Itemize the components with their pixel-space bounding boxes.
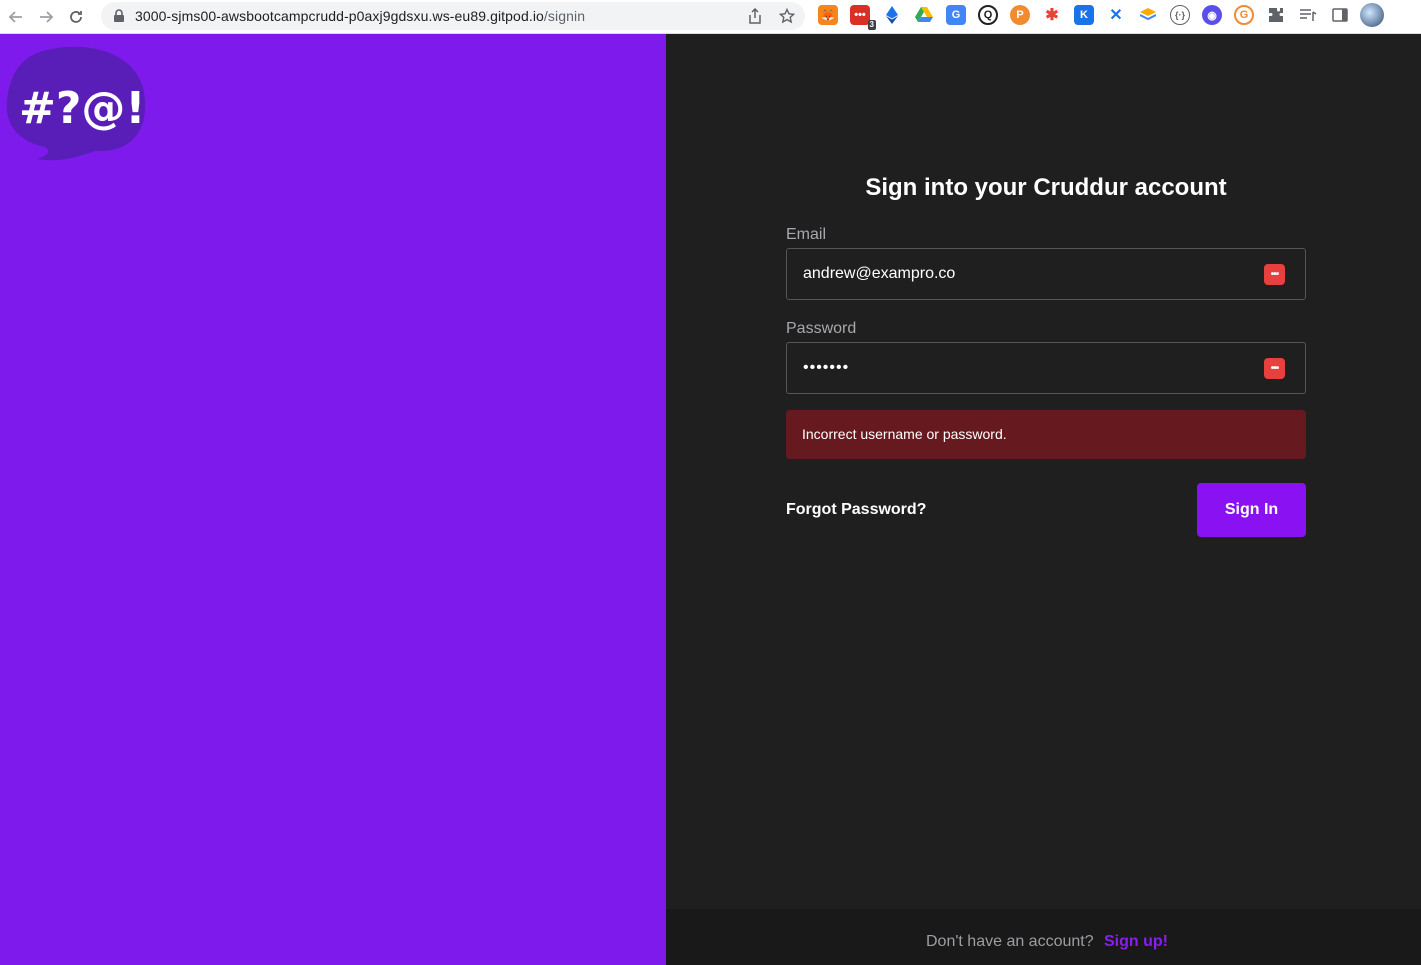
tool-extension-icon[interactable]: ✕ bbox=[1106, 5, 1126, 25]
address-bar[interactable]: 3000-sjms00-awsbootcampcrudd-p0axj9gdsxu… bbox=[101, 2, 805, 30]
error-message: Incorrect username or password. bbox=[786, 410, 1306, 459]
signin-button[interactable]: Sign In bbox=[1197, 483, 1306, 537]
password-label: Password bbox=[786, 320, 857, 337]
lock-icon[interactable] bbox=[113, 9, 125, 28]
signin-title: Sign into your Cruddur account bbox=[865, 174, 1227, 201]
email-field[interactable] bbox=[803, 249, 1243, 299]
orange-p-extension-icon[interactable]: P bbox=[1010, 5, 1030, 25]
k-extension-icon[interactable]: K bbox=[1074, 5, 1094, 25]
url-text[interactable]: 3000-sjms00-awsbootcampcrudd-p0axj9gdsxu… bbox=[135, 8, 585, 24]
browser-toolbar: 3000-sjms00-awsbootcampcrudd-p0axj9gdsxu… bbox=[0, 0, 1421, 34]
back-arrow-icon[interactable] bbox=[1, 2, 31, 32]
logo-symbol-text: #?@! bbox=[19, 83, 145, 134]
cruddur-logo: #?@! bbox=[5, 45, 147, 163]
bookmark-star-icon[interactable] bbox=[778, 7, 796, 25]
forward-arrow-icon[interactable] bbox=[31, 2, 61, 32]
spark-extension-icon[interactable]: ✱ bbox=[1042, 5, 1062, 25]
ethereum-extension-icon[interactable] bbox=[882, 5, 902, 25]
side-panel-icon[interactable] bbox=[1330, 5, 1350, 25]
password-field-container: ••• bbox=[786, 342, 1306, 394]
signup-prompt: Don't have an account? bbox=[926, 933, 1094, 950]
profile-avatar[interactable] bbox=[1360, 3, 1384, 27]
brand-panel: #?@! bbox=[0, 34, 666, 965]
password-manager-icon[interactable]: ••• bbox=[1264, 358, 1285, 379]
extensions-puzzle-icon[interactable] bbox=[1266, 5, 1286, 25]
grammar-extension-icon[interactable]: G bbox=[1234, 5, 1254, 25]
share-icon[interactable] bbox=[746, 7, 764, 25]
email-label: Email bbox=[786, 226, 827, 243]
reload-icon[interactable] bbox=[61, 2, 91, 32]
search-extension-icon[interactable]: Q bbox=[978, 5, 998, 25]
layers-extension-icon[interactable] bbox=[1138, 5, 1158, 25]
chat-extension-icon[interactable]: ◉ bbox=[1202, 5, 1222, 25]
extension-badge: 3 bbox=[867, 20, 876, 30]
google-translate-extension-icon[interactable]: G bbox=[946, 5, 966, 25]
password-field[interactable] bbox=[803, 343, 1243, 393]
google-drive-extension-icon[interactable] bbox=[914, 5, 934, 25]
lastpass-extension-icon[interactable]: ••• 3 bbox=[850, 5, 876, 30]
code-extension-icon[interactable]: {·} bbox=[1170, 5, 1190, 25]
forgot-password-link[interactable]: Forgot Password? bbox=[786, 501, 926, 519]
metamask-extension-icon[interactable]: 🦊 bbox=[818, 5, 838, 25]
signup-link[interactable]: Sign up! bbox=[1104, 933, 1168, 951]
email-field-container: ••• bbox=[786, 248, 1306, 300]
password-manager-icon[interactable]: ••• bbox=[1264, 264, 1285, 285]
reading-list-icon[interactable] bbox=[1298, 5, 1318, 25]
